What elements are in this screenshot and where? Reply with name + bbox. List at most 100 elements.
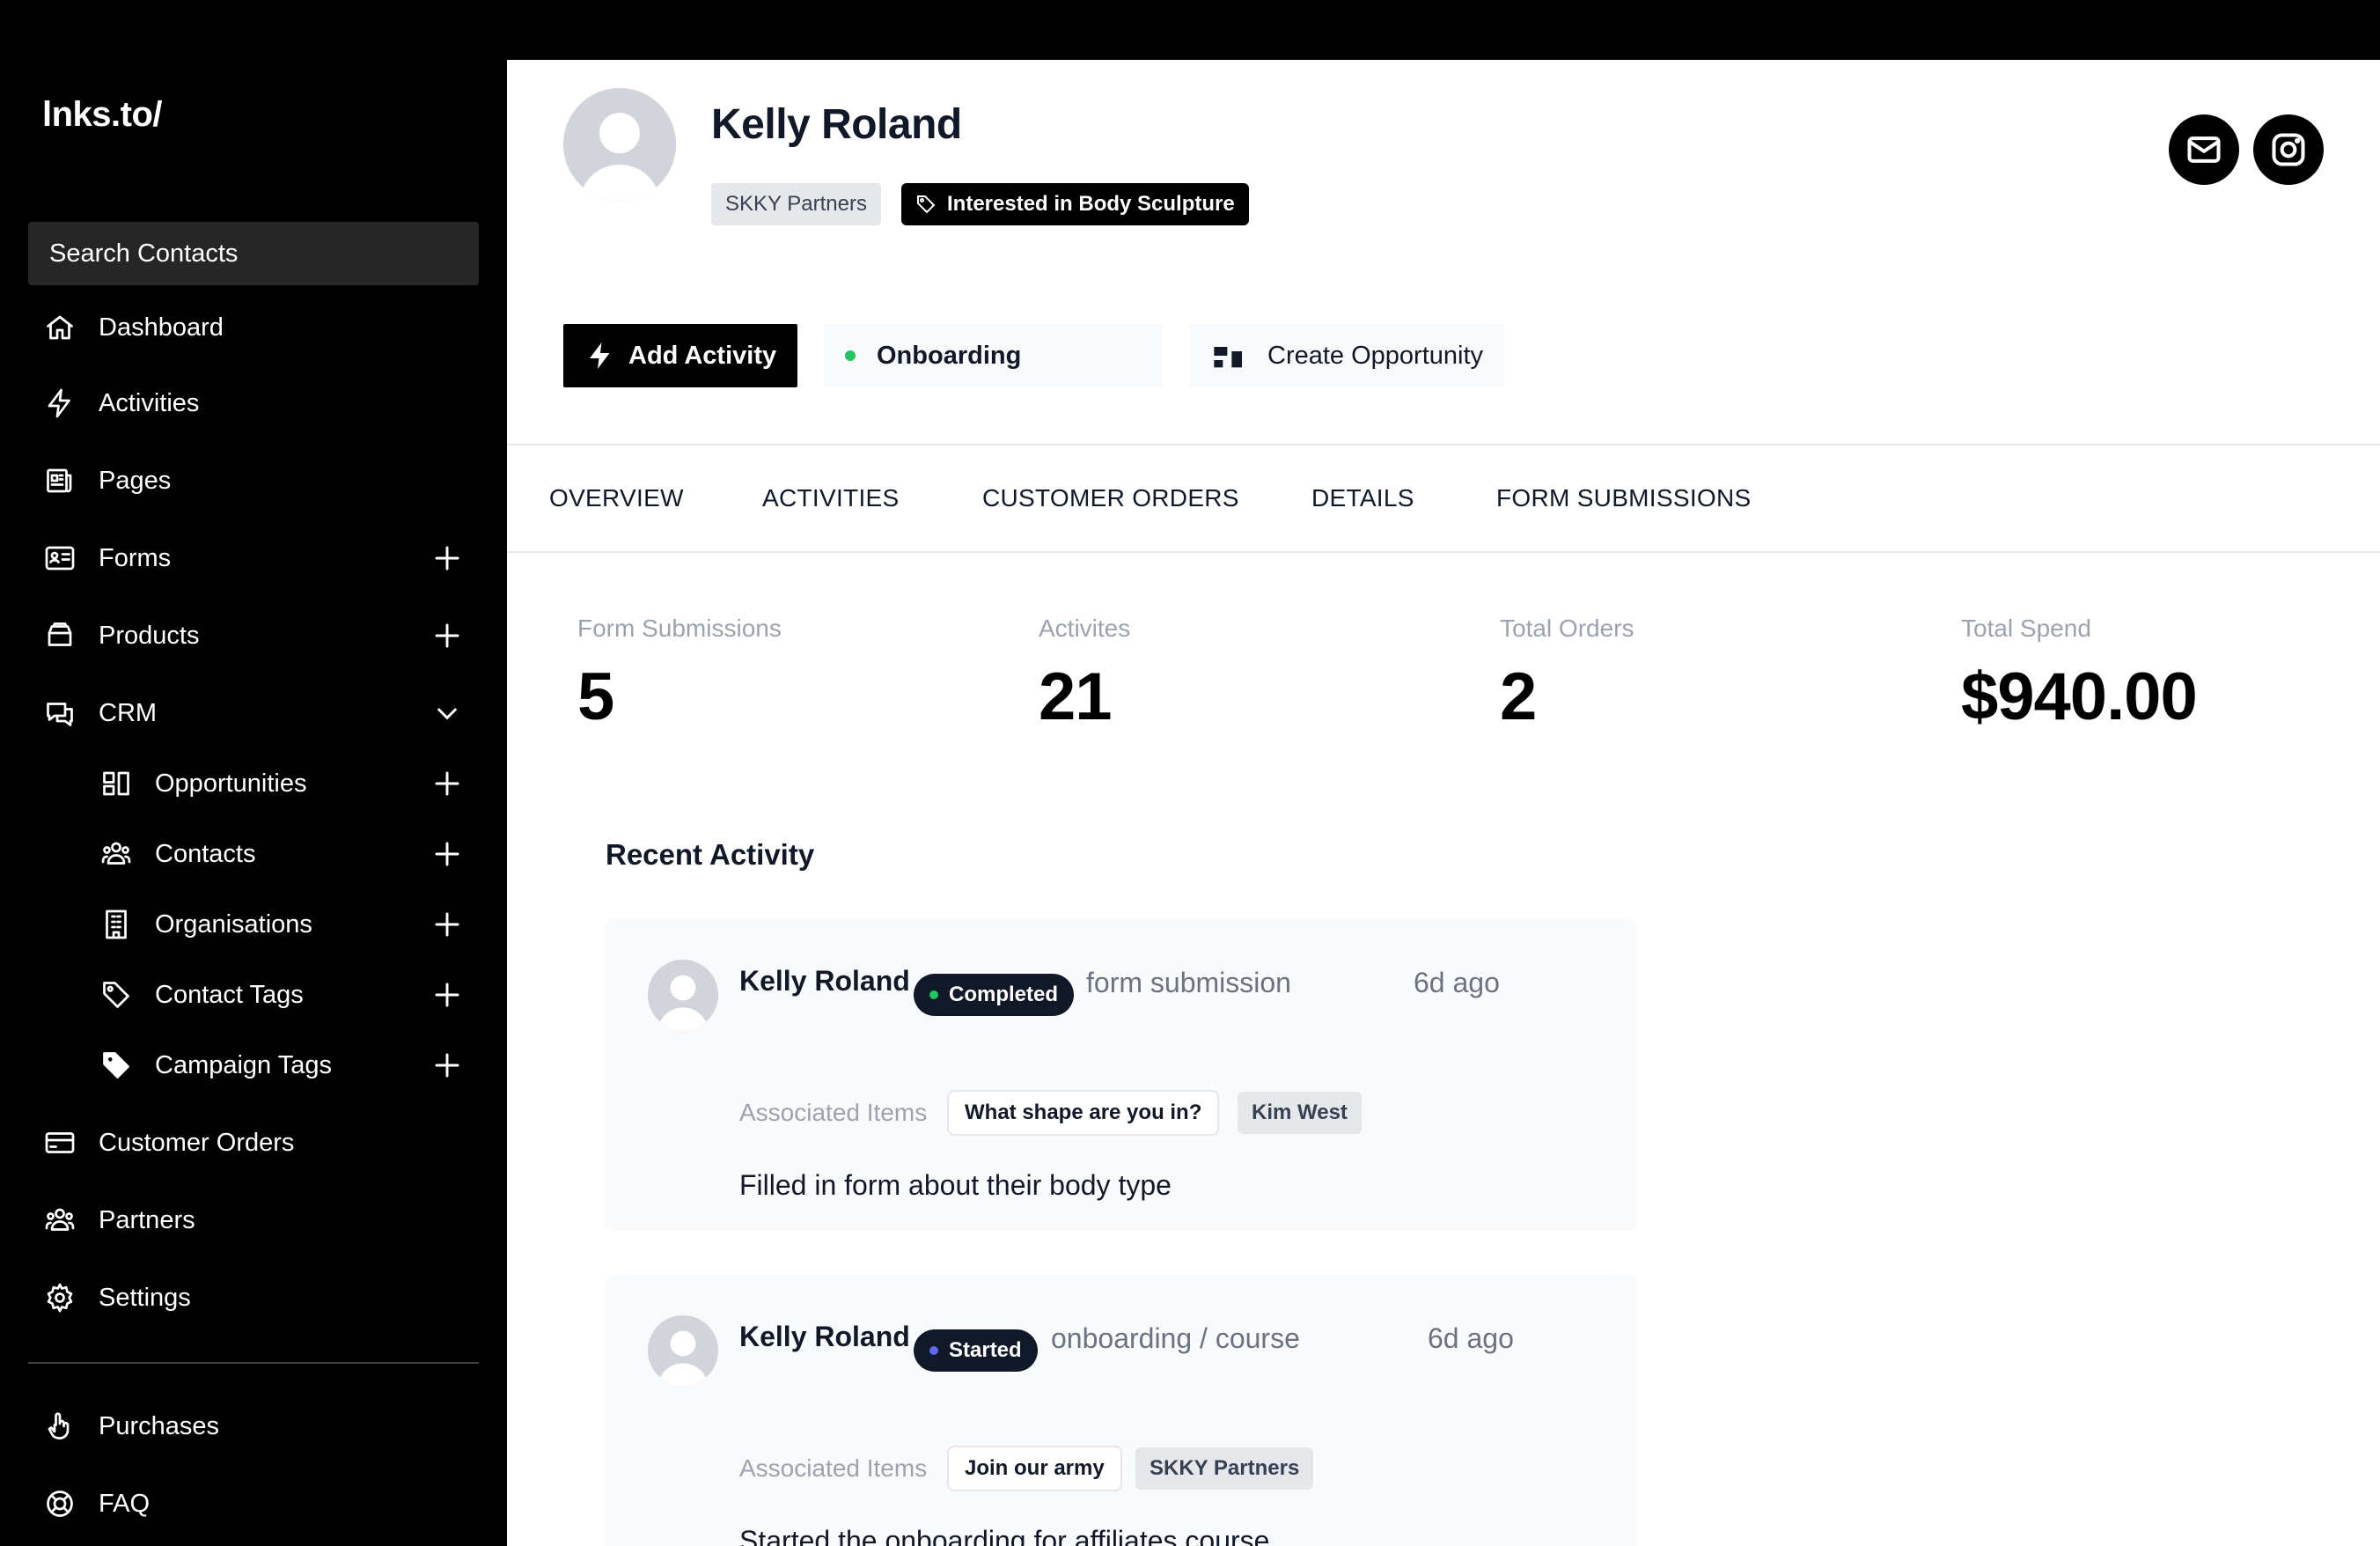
activity-card[interactable]: Kelly Roland Started onboarding / course… xyxy=(606,1275,1637,1546)
instagram-button[interactable] xyxy=(2253,114,2324,185)
sidebar-divider xyxy=(28,1362,479,1364)
activity-type: form submission xyxy=(1086,967,1291,998)
create-opportunity-label: Create Opportunity xyxy=(1267,341,1484,370)
sidebar-item-opportunities[interactable]: Opportunities xyxy=(99,755,479,812)
stat-activities-label: Activites xyxy=(1039,615,1131,642)
status-badge: Completed xyxy=(914,974,1075,1016)
contact-detail-panel: Kelly Roland SKKY Partners Interested in… xyxy=(507,60,2380,1546)
id-card-icon xyxy=(42,541,77,576)
add-organisation-plus-icon[interactable] xyxy=(431,909,463,940)
sidebar-item-label: Contacts xyxy=(155,839,256,868)
tag-outline-icon xyxy=(917,195,936,214)
activity-time: 6d ago xyxy=(1428,1322,1514,1354)
associated-form-chip[interactable]: What shape are you in? xyxy=(947,1090,1220,1136)
sidebar-item-label: Organisations xyxy=(155,909,312,939)
sidebar-item-contact-tags[interactable]: Contact Tags xyxy=(99,967,479,1023)
add-campaign-tag-plus-icon[interactable] xyxy=(431,1049,463,1081)
activity-card[interactable]: Kelly Roland Completed form submission 6… xyxy=(606,919,1637,1231)
sidebar-item-dashboard[interactable]: Dashboard xyxy=(42,299,479,356)
sidebar-item-label: Activities xyxy=(99,388,200,417)
sidebar-item-activities[interactable]: Activities xyxy=(42,375,479,431)
sidebar-item-forms[interactable]: Forms xyxy=(42,530,479,586)
sidebar-item-crm[interactable]: CRM xyxy=(42,685,479,741)
stat-total-orders-label: Total Orders xyxy=(1500,615,1634,642)
activity-contact-name[interactable]: Kelly Roland xyxy=(739,965,910,998)
sidebar-item-organisations[interactable]: Organisations xyxy=(99,896,479,953)
tab-customer-orders[interactable]: CUSTOMER ORDERS xyxy=(982,445,1239,551)
box-icon xyxy=(42,618,77,653)
users-icon xyxy=(42,1203,77,1238)
sidebar-item-campaign-tags[interactable]: Campaign Tags xyxy=(99,1037,479,1093)
mail-icon xyxy=(2187,136,2221,163)
status-select[interactable]: Onboarding xyxy=(824,324,1162,387)
sidebar-item-label: Opportunities xyxy=(155,769,307,798)
sidebar-item-settings[interactable]: Settings xyxy=(42,1270,479,1326)
contact-name: Kelly Roland xyxy=(711,101,962,148)
add-contact-tag-plus-icon[interactable] xyxy=(431,979,463,1011)
add-activity-label: Add Activity xyxy=(628,341,777,370)
create-opportunity-button[interactable]: Create Opportunity xyxy=(1190,324,1505,387)
bolt-icon xyxy=(42,386,77,421)
associated-items-label: Associated Items xyxy=(739,1454,928,1482)
chat-bubbles-icon xyxy=(42,696,77,731)
chevron-down-icon[interactable] xyxy=(431,697,463,729)
activity-description: Started the onboarding for affiliates co… xyxy=(739,1525,1270,1546)
sidebar-item-label: CRM xyxy=(99,698,158,727)
activity-time: 6d ago xyxy=(1414,967,1500,998)
email-button[interactable] xyxy=(2169,114,2239,185)
sidebar-item-customer-orders[interactable]: Customer Orders xyxy=(42,1115,479,1171)
status-badge-label: Started xyxy=(949,1338,1022,1362)
stat-total-spend-value: $940.00 xyxy=(1961,659,2198,734)
sidebar-item-label: Contact Tags xyxy=(155,980,304,1009)
tab-form-submissions[interactable]: FORM SUBMISSIONS xyxy=(1496,445,1752,551)
credit-card-icon xyxy=(42,1125,77,1160)
stat-total-spend-label: Total Spend xyxy=(1961,615,2091,642)
lifebuoy-icon xyxy=(42,1486,77,1521)
sidebar-item-pages[interactable]: Pages xyxy=(42,453,479,509)
gear-icon xyxy=(42,1280,77,1315)
add-activity-button[interactable]: Add Activity xyxy=(563,324,798,387)
status-dot xyxy=(929,990,938,999)
sidebar-item-label: Dashboard xyxy=(99,313,224,342)
associated-contact-chip[interactable]: Kim West xyxy=(1238,1092,1362,1134)
tab-details[interactable]: DETAILS xyxy=(1311,445,1414,551)
stat-form-submissions-label: Form Submissions xyxy=(577,615,782,642)
contact-tag-interest[interactable]: Interested in Body Sculpture xyxy=(901,183,1249,225)
sidebar-item-label: Customer Orders xyxy=(99,1128,295,1157)
activity-contact-name[interactable]: Kelly Roland xyxy=(739,1321,910,1353)
instagram-icon xyxy=(2272,133,2305,166)
stat-form-submissions-value: 5 xyxy=(577,659,614,734)
add-contact-plus-icon[interactable] xyxy=(431,838,463,870)
contact-tag-partner[interactable]: SKKY Partners xyxy=(711,183,881,225)
status-badge-label: Completed xyxy=(949,983,1059,1006)
sidebar-item-partners[interactable]: Partners xyxy=(42,1192,479,1248)
sidebar-item-label: Partners xyxy=(99,1205,195,1234)
app-logo[interactable]: lnks.to/ xyxy=(42,95,163,135)
tab-overview[interactable]: OVERVIEW xyxy=(549,445,684,551)
sidebar-item-contacts[interactable]: Contacts xyxy=(99,826,479,882)
sidebar-item-purchases[interactable]: Purchases xyxy=(42,1398,479,1454)
stat-total-orders-value: 2 xyxy=(1500,659,1537,734)
contact-avatar xyxy=(563,88,676,201)
tab-bar: OVERVIEW ACTIVITIES CUSTOMER ORDERS DETA… xyxy=(507,444,2380,553)
tab-activities[interactable]: ACTIVITIES xyxy=(762,445,899,551)
search-contacts-input[interactable]: Search Contacts xyxy=(28,222,479,285)
activity-type: onboarding / course xyxy=(1051,1322,1300,1354)
hand-icon xyxy=(42,1409,77,1444)
sidebar-item-label: Campaign Tags xyxy=(155,1050,332,1079)
activity-avatar xyxy=(648,960,718,1030)
sidebar-item-faq[interactable]: FAQ xyxy=(42,1476,479,1532)
add-opportunity-plus-icon[interactable] xyxy=(431,768,463,799)
sidebar-item-products[interactable]: Products xyxy=(42,607,479,664)
recent-activity-title: Recent Activity xyxy=(606,838,815,871)
associated-course-chip[interactable]: Join our army xyxy=(947,1446,1122,1491)
tag-outline-icon xyxy=(99,977,134,1012)
home-icon xyxy=(42,310,77,345)
add-product-plus-icon[interactable] xyxy=(431,620,463,652)
kanban-icon xyxy=(99,766,134,801)
associated-partner-chip[interactable]: SKKY Partners xyxy=(1135,1447,1314,1490)
sidebar-item-label: Pages xyxy=(99,466,172,495)
sidebar-item-label: Settings xyxy=(99,1283,191,1312)
bolt-icon xyxy=(590,342,610,369)
add-form-plus-icon[interactable] xyxy=(431,542,463,574)
